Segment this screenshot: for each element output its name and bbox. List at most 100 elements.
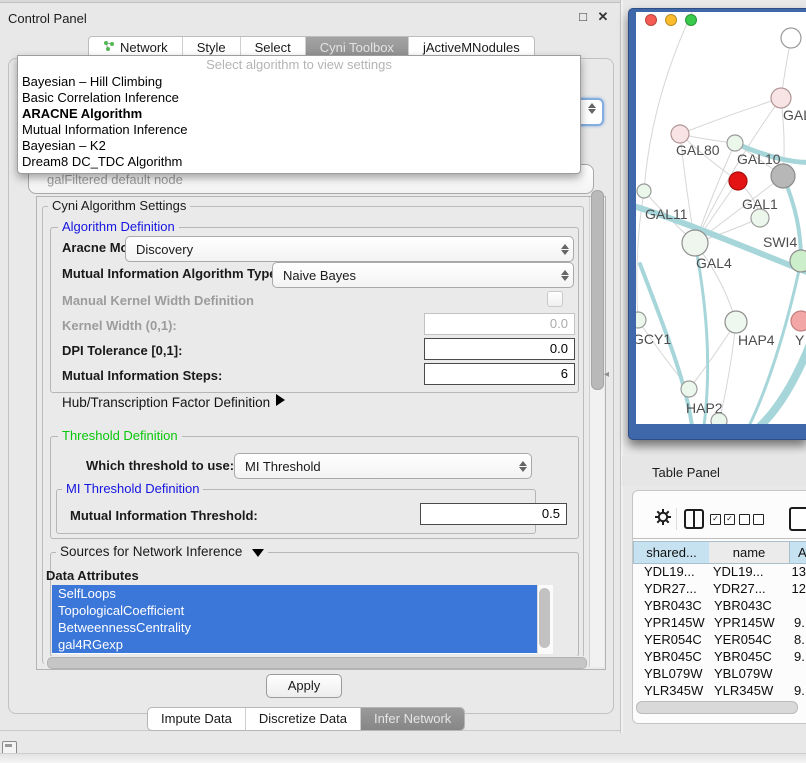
mi-type-combobox[interactable]: Naive Bayes — [272, 262, 574, 288]
network-node[interactable] — [711, 413, 727, 424]
node-label-gal: GAL — [783, 107, 806, 123]
attribute-item-0[interactable]: SelfLoops — [52, 585, 553, 602]
table-row[interactable]: YDL19...YDL19...13 — [633, 563, 806, 580]
close-panel-icon[interactable]: ✕ — [595, 9, 611, 25]
network-node-gcy1[interactable] — [636, 312, 646, 328]
settings-scrollbar-thumb[interactable] — [591, 190, 604, 390]
network-node[interactable] — [771, 164, 795, 188]
table-cell: YBL079W — [708, 665, 789, 682]
network-edge[interactable] — [680, 98, 781, 134]
column-header-name[interactable]: name — [709, 541, 790, 564]
attribute-item-3[interactable]: gal4RGexp — [52, 636, 553, 653]
aracne-mode-combobox[interactable]: Discovery — [125, 236, 574, 262]
which-threshold-combobox[interactable]: MI Threshold — [234, 453, 532, 479]
table-row[interactable]: YDR27...YDR27...12 — [633, 580, 806, 597]
kernel-width-label: Kernel Width (0,1): — [62, 318, 177, 333]
close-window-icon[interactable] — [645, 14, 657, 26]
sources-collapse-icon[interactable] — [252, 549, 264, 557]
node-label-gcy1: GCY1 — [636, 331, 671, 347]
new-table-icon[interactable] — [789, 507, 806, 531]
settings-hscrollbar-thumb[interactable] — [47, 657, 587, 669]
node-table[interactable]: YDL19...YDL19...13YDR27...YDR27...12YBR0… — [633, 563, 806, 700]
table-row[interactable]: YLR345WYLR345W9. — [633, 682, 806, 699]
algorithm-option-5[interactable]: Dream8 DC_TDC Algorithm — [18, 154, 580, 170]
stepper-down-icon — [561, 276, 569, 281]
mi-steps-field[interactable]: 6 — [424, 363, 575, 385]
network-node-gal10[interactable] — [727, 135, 743, 151]
mi-threshold-label: Mutual Information Threshold: — [70, 508, 258, 523]
attributes-scrollbar-thumb[interactable] — [539, 588, 550, 648]
network-node[interactable] — [790, 250, 806, 272]
kernel-width-field[interactable]: 0.0 — [424, 313, 575, 335]
network-node-y[interactable] — [791, 311, 806, 331]
algorithm-option-4[interactable]: Bayesian – K2 — [18, 138, 580, 154]
table-cell: YBR045C — [633, 648, 708, 665]
cyni-bottom-tabbar: Impute Data Discretize Data Infer Networ… — [147, 707, 465, 731]
network-canvas[interactable]: GALGAL80GAL10GAL11GAL1SWI4GAL4GCY1HAP4YH… — [636, 12, 806, 424]
table-row[interactable]: YBR045CYBR045C9. — [633, 648, 806, 665]
select-all-icon[interactable]: ✓✓ — [710, 514, 735, 525]
network-node[interactable] — [729, 172, 747, 190]
table-row[interactable]: YBL079WYBL079W — [633, 665, 806, 682]
deselect-all-icon[interactable] — [739, 514, 764, 525]
table-cell: YDL19... — [633, 563, 707, 580]
table-cell: 9. — [789, 648, 805, 665]
network-node[interactable] — [781, 28, 801, 48]
network-node-gal11[interactable] — [637, 184, 651, 198]
dpi-tolerance-field[interactable]: 0.0 — [424, 338, 575, 360]
network-edge[interactable] — [644, 12, 696, 191]
control-panel-title: Control Panel — [8, 11, 87, 26]
mi-threshold-field[interactable]: 0.5 — [420, 503, 567, 525]
sources-title: Sources for Network Inference — [56, 545, 268, 559]
data-attributes-list[interactable]: SelfLoopsTopologicalCoefficientBetweenne… — [52, 585, 553, 654]
node-label-hap4: HAP4 — [738, 332, 775, 348]
table-cell: YBR043C — [708, 597, 789, 614]
network-node-hap2[interactable] — [681, 381, 697, 397]
hub-definition-expand-icon[interactable] — [276, 394, 285, 406]
stepper-up-icon — [519, 461, 527, 466]
which-threshold-label: Which threshold to use: — [86, 458, 234, 473]
network-node-gal80[interactable] — [671, 125, 689, 143]
network-node-gal4[interactable] — [682, 230, 708, 256]
algorithm-option-0[interactable]: Bayesian – Hill Climbing — [18, 74, 580, 90]
apply-button[interactable]: Apply — [266, 674, 342, 698]
table-header-topline — [633, 538, 806, 539]
float-panel-icon[interactable]: □ — [575, 9, 591, 25]
tab-impute-data[interactable]: Impute Data — [148, 708, 245, 730]
table-row[interactable]: YPR145WYPR145W9. — [633, 614, 806, 631]
algorithm-option-2[interactable]: ARACNE Algorithm — [18, 106, 580, 122]
column-header-shared-name[interactable]: shared... — [633, 541, 710, 564]
attribute-item-2[interactable]: BetweennessCentrality — [52, 619, 553, 636]
mi-type-label: Mutual Information Algorithm Type: — [62, 266, 281, 281]
panel-divider-highlight — [621, 0, 623, 733]
table-cell: YPR145W — [708, 614, 789, 631]
algorithm-option-1[interactable]: Basic Correlation Inference — [18, 90, 580, 106]
network-node-hap4[interactable] — [725, 311, 747, 333]
tab-discretize-data[interactable]: Discretize Data — [245, 708, 360, 730]
manual-kernel-checkbox[interactable] — [547, 291, 563, 307]
table-row[interactable]: YER054CYER054C8. — [633, 631, 806, 648]
minimize-window-icon[interactable] — [665, 14, 677, 26]
table-panel-title: Table Panel — [652, 465, 720, 480]
table-cell: YIL052C — [633, 699, 708, 700]
table-row[interactable]: YBR043CYBR043C — [633, 597, 806, 614]
table-cell: YDL19... — [707, 563, 787, 580]
table-cell: YBR043C — [633, 597, 708, 614]
table-row[interactable]: YIL052CYIL052C0. — [633, 699, 806, 700]
algorithm-dropdown-placeholder: Select algorithm to view settings — [18, 56, 580, 74]
table-cell: YLR345W — [708, 682, 789, 699]
algorithm-option-3[interactable]: Mutual Information Inference — [18, 122, 580, 138]
table-hscrollbar-thumb[interactable] — [636, 701, 798, 714]
attribute-item-1[interactable]: TopologicalCoefficient — [52, 602, 553, 619]
sources-title-text: Sources for Network Inference — [60, 544, 242, 559]
tab-infer-network[interactable]: Infer Network — [360, 708, 464, 730]
column-header-clipped[interactable]: A — [790, 541, 806, 564]
splitter-collapse-icon[interactable]: ◂ — [604, 369, 609, 380]
table-cell: 0. — [789, 699, 805, 700]
table-cell: 9. — [789, 682, 805, 699]
gear-icon[interactable] — [654, 508, 672, 529]
split-columns-icon[interactable] — [684, 509, 704, 529]
network-edge[interactable] — [689, 322, 736, 389]
network-node-gal[interactable] — [771, 88, 791, 108]
zoom-window-icon[interactable] — [685, 14, 697, 26]
